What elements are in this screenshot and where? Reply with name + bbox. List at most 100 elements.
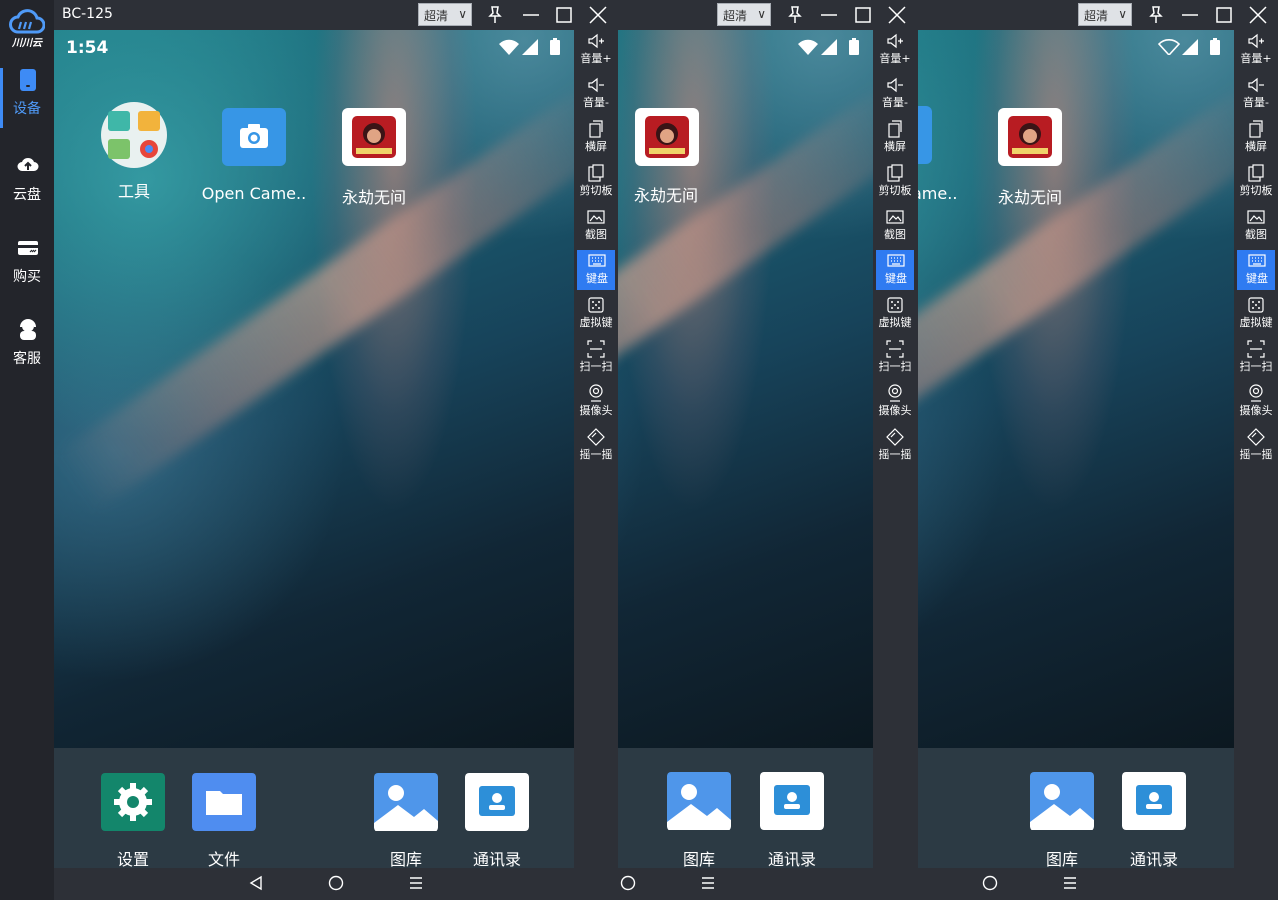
keyboard-button[interactable]: 键盘	[1237, 250, 1275, 290]
virtual-keys-icon	[887, 297, 903, 313]
volume-up-icon	[588, 33, 604, 49]
webcam-button[interactable]: 摄像头	[576, 382, 616, 422]
pin-icon	[488, 6, 502, 23]
screenshot-icon	[1247, 210, 1265, 224]
virtual-keys-button[interactable]: 虚拟键	[576, 294, 616, 334]
settings-app-icon	[101, 773, 165, 831]
screenshot-icon	[587, 210, 605, 224]
scan-button[interactable]: 扫一扫	[875, 338, 915, 378]
virtual-keys-button[interactable]: 虚拟键	[875, 294, 915, 334]
camera-icon	[888, 384, 902, 402]
home-icon[interactable]	[328, 875, 344, 891]
virtual-keys-icon	[1248, 297, 1264, 313]
scan-button[interactable]: 扫一扫	[1236, 338, 1276, 378]
dock-app-contacts[interactable]: 通讯录	[742, 770, 842, 868]
close-button[interactable]	[886, 4, 908, 26]
rotate-button[interactable]: 横屏	[875, 118, 915, 158]
app-logo-text: 川川云	[12, 38, 42, 49]
scan-icon	[1247, 340, 1265, 358]
home-icon[interactable]	[620, 875, 636, 891]
home-icon[interactable]	[982, 875, 998, 891]
phone-screen[interactable]: 1:54 工具 Open Came.. 永劫无间 设置 文件 图库 通讯录	[54, 30, 574, 868]
back-icon[interactable]	[248, 875, 264, 891]
sidebar-item-cloud[interactable]: 云盘	[0, 154, 54, 218]
status-time: 1:54	[66, 38, 109, 58]
app-tools-folder[interactable]: 工具	[84, 102, 184, 212]
menu-icon[interactable]	[1062, 875, 1078, 891]
sidebar-item-buy[interactable]: 购买	[0, 236, 54, 300]
maximize-button[interactable]	[1213, 4, 1235, 26]
dock-app-files[interactable]: 文件	[174, 771, 274, 868]
minimize-button[interactable]	[818, 4, 840, 26]
tool-label: 音量+	[580, 52, 612, 65]
camera-icon	[1249, 384, 1263, 402]
app-label: 永劫无间	[633, 186, 698, 205]
shake-button[interactable]: 摇一摇	[1236, 426, 1276, 466]
minimize-icon	[1182, 14, 1198, 16]
keyboard-button[interactable]: 键盘	[577, 250, 615, 290]
shake-button[interactable]: 摇一摇	[576, 426, 616, 466]
sidebar-item-support[interactable]: 客服	[0, 318, 54, 382]
app-naraka[interactable]: 永劫无间	[980, 106, 1080, 216]
pin-button[interactable]	[1145, 4, 1167, 26]
minimize-button[interactable]	[1179, 4, 1201, 26]
close-button[interactable]	[1247, 4, 1269, 26]
battery-icon	[1210, 38, 1220, 55]
volume-up-button[interactable]: 音量+	[576, 30, 616, 70]
volume-down-button[interactable]: 音量-	[1236, 74, 1276, 114]
minimize-icon	[821, 14, 837, 16]
quality-select[interactable]: 超清 ∨	[418, 3, 472, 26]
dock-app-contacts[interactable]: 通讯录	[447, 771, 547, 868]
menu-icon[interactable]	[700, 875, 716, 891]
volume-up-button[interactable]: 音量+	[1236, 30, 1276, 70]
shake-icon	[1247, 428, 1265, 446]
webcam-button[interactable]: 摄像头	[1236, 382, 1276, 422]
volume-down-icon	[588, 77, 604, 93]
pin-button[interactable]	[784, 4, 806, 26]
scan-button[interactable]: 扫一扫	[576, 338, 616, 378]
keyboard-icon	[887, 254, 905, 267]
phone-screen[interactable]: ame.. 永劫无间 图库	[918, 30, 1234, 868]
clipboard-button[interactable]: 剪切板	[1236, 162, 1276, 202]
app-open-camera[interactable]: Open Came..	[202, 106, 306, 216]
screenshot-button[interactable]: 截图	[1236, 206, 1276, 246]
volume-down-button[interactable]: 音量-	[875, 74, 915, 114]
menu-icon[interactable]	[408, 875, 424, 891]
tool-label: 音量+	[1240, 52, 1272, 65]
screenshot-button[interactable]: 截图	[875, 206, 915, 246]
tool-label: 剪切板	[878, 184, 912, 197]
dock-app-contacts[interactable]: 通讯录	[1104, 770, 1204, 868]
keyboard-button[interactable]: 键盘	[876, 250, 914, 290]
camera-app-icon	[222, 108, 286, 166]
webcam-button[interactable]: 摄像头	[875, 382, 915, 422]
android-nav-bar	[54, 868, 574, 900]
app-naraka[interactable]: 永劫无间	[618, 106, 718, 216]
rotate-button[interactable]: 横屏	[576, 118, 616, 158]
phone-screen[interactable]: 永劫无间 图库 通讯录	[618, 30, 873, 868]
pin-button[interactable]	[484, 4, 506, 26]
maximize-button[interactable]	[852, 4, 874, 26]
quality-select[interactable]: 超清 ∨	[1078, 3, 1132, 26]
maximize-icon	[855, 7, 871, 23]
screenshot-button[interactable]: 截图	[576, 206, 616, 246]
close-button[interactable]	[587, 4, 609, 26]
shake-button[interactable]: 摇一摇	[875, 426, 915, 466]
sidebar-item-device[interactable]: 设备	[0, 68, 54, 132]
virtual-keys-button[interactable]: 虚拟键	[1236, 294, 1276, 334]
rotate-button[interactable]: 横屏	[1236, 118, 1276, 158]
clipboard-button[interactable]: 剪切板	[576, 162, 616, 202]
tool-label: 虚拟键	[1239, 316, 1273, 329]
app-naraka[interactable]: 永劫无间	[324, 106, 424, 216]
tool-label: 摇一摇	[579, 448, 613, 461]
sidebar-item-label: 云盘	[13, 187, 41, 203]
maximize-button[interactable]	[553, 4, 575, 26]
clipboard-button[interactable]: 剪切板	[875, 162, 915, 202]
tool-label: 音量+	[879, 52, 911, 65]
camera-icon	[589, 384, 603, 402]
minimize-button[interactable]	[520, 4, 542, 26]
quality-select[interactable]: 超清 ∨	[717, 3, 771, 26]
volume-up-button[interactable]: 音量+	[875, 30, 915, 70]
volume-down-button[interactable]: 音量-	[576, 74, 616, 114]
tool-label: 截图	[585, 228, 607, 241]
tool-label: 键盘	[1246, 272, 1268, 285]
